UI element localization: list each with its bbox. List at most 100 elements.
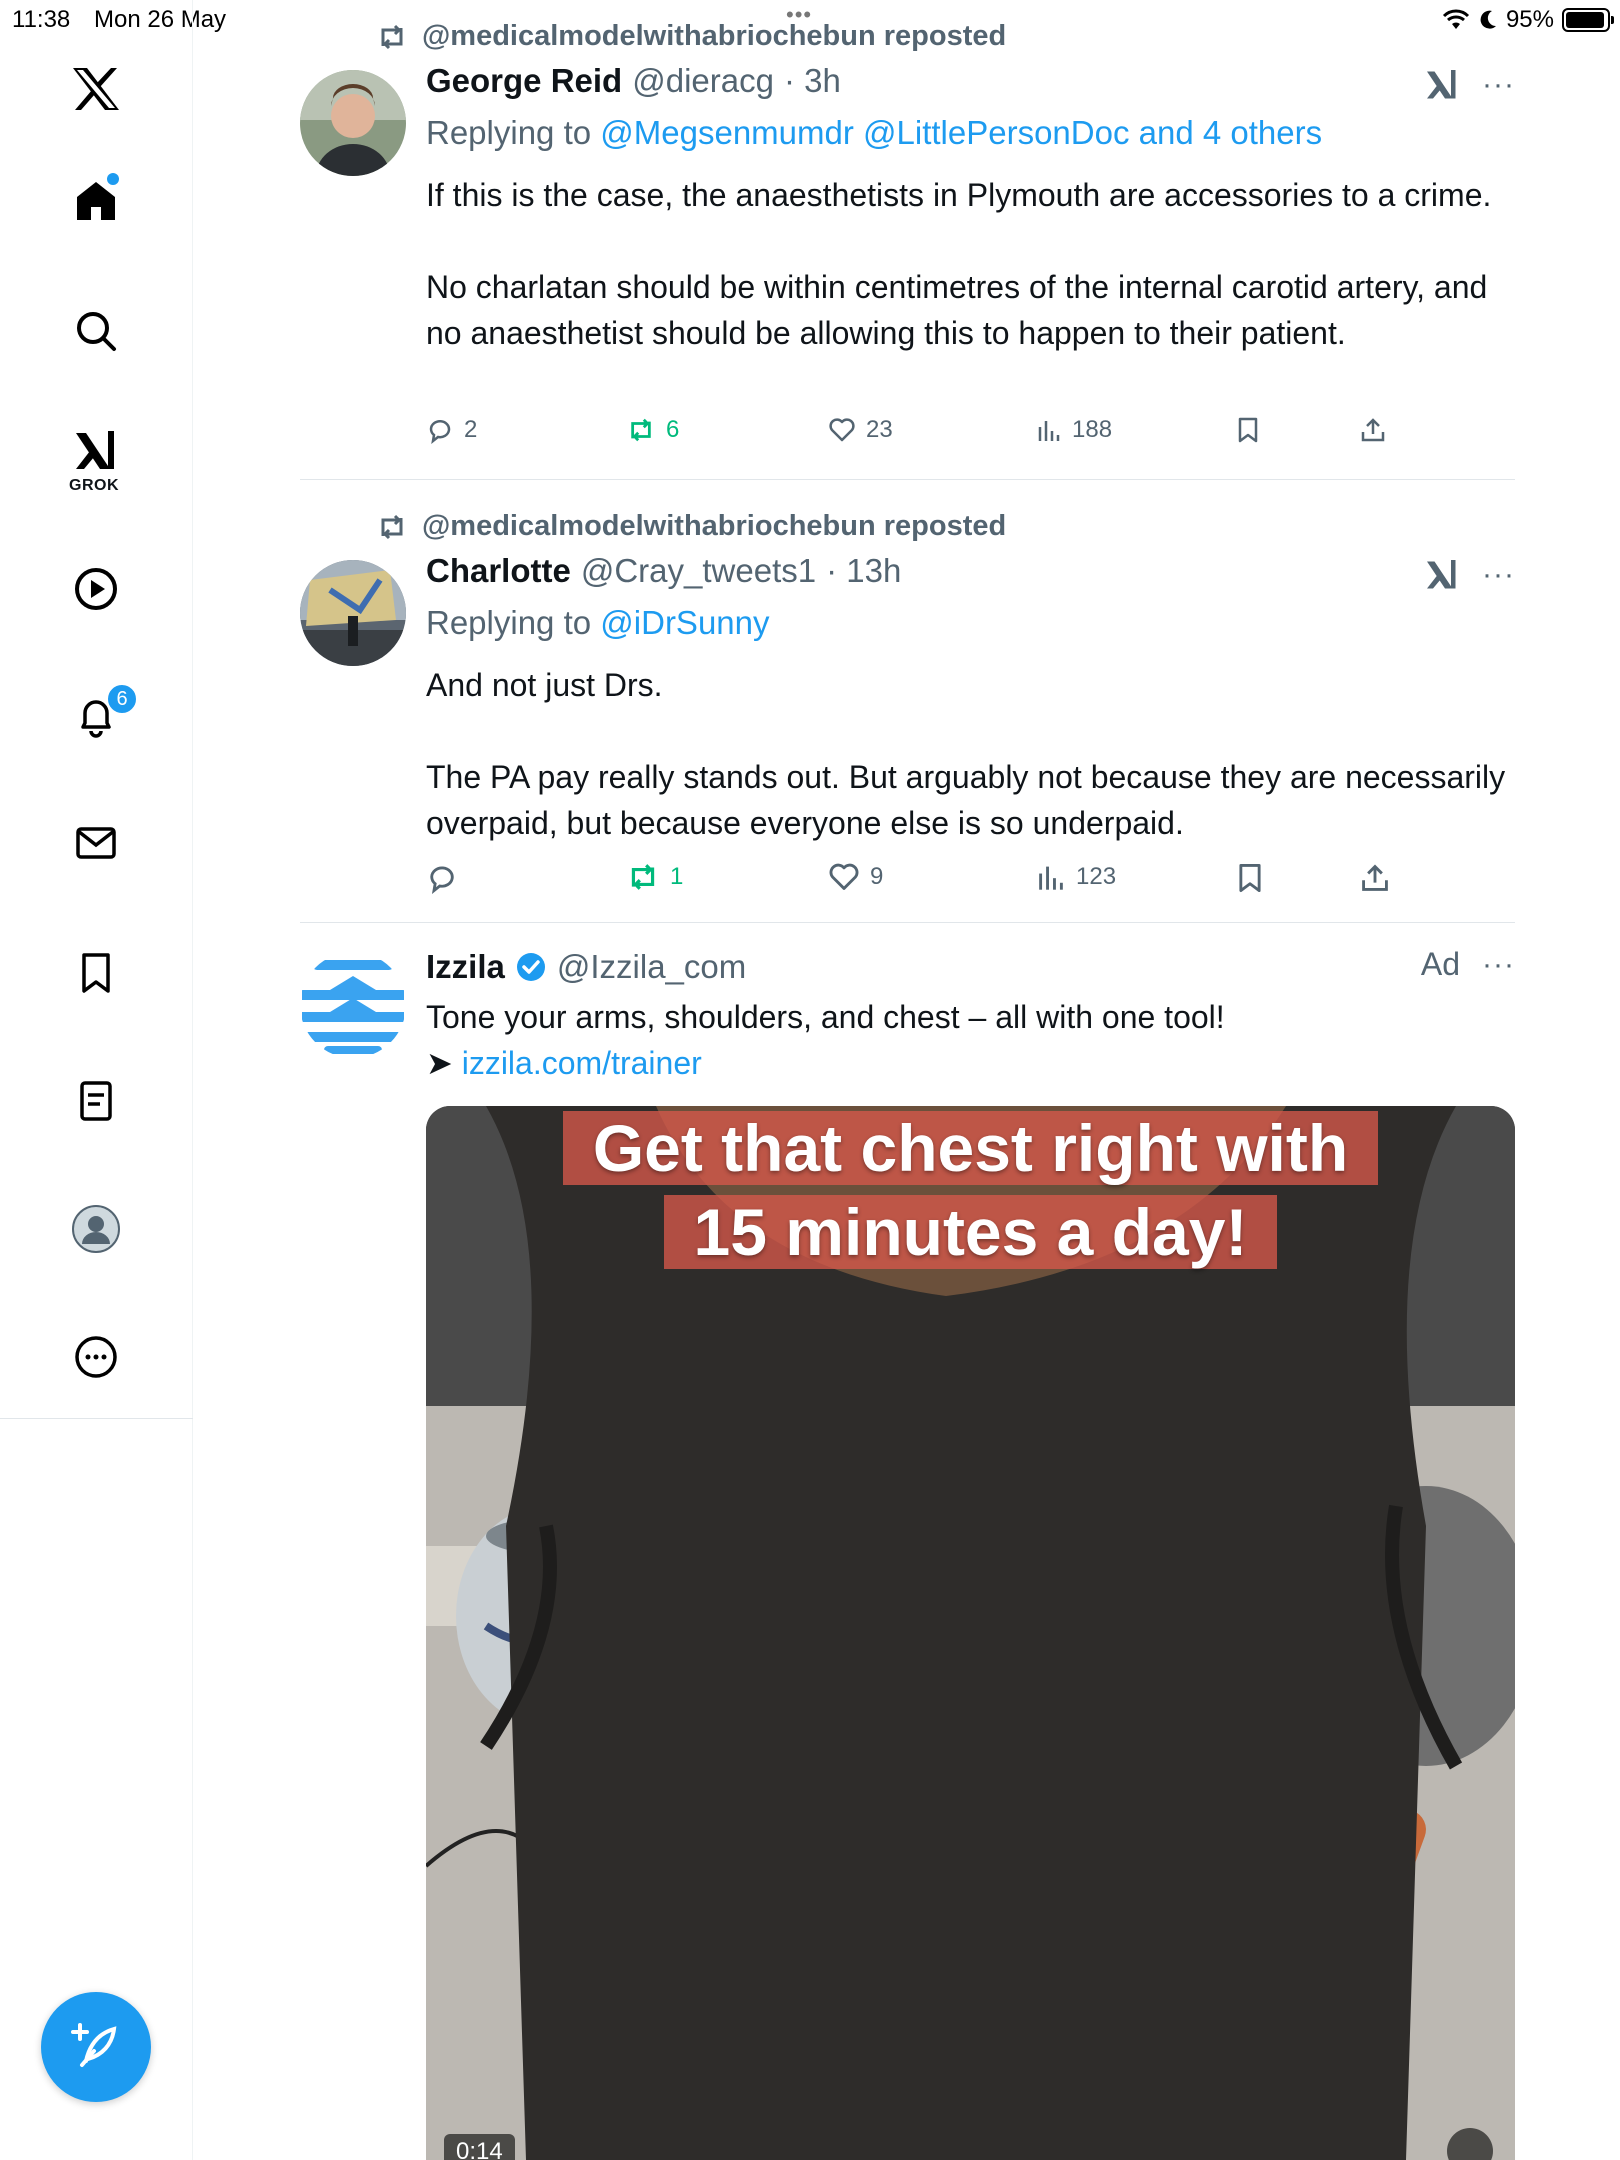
share-icon [1362,864,1388,891]
like-count: 9 [870,863,884,890]
battery-percent: 95% [1505,6,1554,33]
repost-text: @medicalmodelwithabriochebun reposted [422,510,1007,542]
video-caption-line: Get that chest right with [426,1106,1515,1190]
more-options-icon[interactable] [63,1324,129,1390]
more-options-icon[interactable]: ··· [1482,558,1515,592]
status-indicators: 95% [1442,6,1614,34]
replying-prefix: Replying to [426,604,592,641]
repost-icon [631,864,655,890]
grok-explain-icon[interactable] [1424,68,1460,102]
compose-post-button[interactable] [41,1992,151,2102]
home-icon[interactable] [63,168,129,234]
reply-button[interactable] [426,862,468,894]
share-button[interactable] [1360,862,1390,894]
like-button[interactable]: 23 [828,416,893,444]
grok-icon[interactable] [63,418,129,484]
wifi-icon [1442,9,1470,29]
replying-prefix: Replying to [426,114,592,151]
bookmark-icon [1239,864,1261,892]
bookmark-button[interactable] [1236,862,1264,894]
post-divider [300,922,1515,923]
views-button[interactable]: 123 [1036,862,1116,892]
battery-fill [1566,12,1604,28]
ad-body: Tone your arms, shoulders, and chest – a… [426,999,1225,1035]
home-unread-dot [107,173,119,185]
post-text: And not just Drs. The PA pay really stan… [426,662,1516,846]
video-caption-line: 15 minutes a day! [426,1190,1515,1274]
post-menu: ··· [1424,68,1515,102]
author-name[interactable]: Charlotte [426,552,571,590]
post-text: If this is the case, the anaesthetists i… [426,172,1516,356]
search-icon[interactable] [63,298,129,364]
advertiser-name[interactable]: Izzila [426,948,505,986]
more-options-icon[interactable]: ··· [1482,948,1515,982]
avatar[interactable] [300,560,406,666]
replying-to-link[interactable]: @Megsenmumdr @LittlePersonDoc and 4 othe… [600,114,1322,151]
verified-badge-icon [516,953,545,981]
post-menu: ··· [1424,558,1515,592]
caption-line-1: Get that chest right with [562,1111,1379,1185]
bookmarks-icon[interactable] [63,940,129,1006]
post-paragraph: The PA pay really stands out. But arguab… [426,759,1506,841]
replying-to-link[interactable]: @iDrSunny [600,604,769,641]
share-button[interactable] [1360,416,1386,444]
advertiser-avatar[interactable] [300,952,406,1058]
more-options-icon[interactable]: ··· [1482,68,1515,102]
lists-icon[interactable] [63,1068,129,1134]
battery-icon [1562,8,1614,32]
repost-indicator: @medicalmodelwithabriochebun reposted [376,510,1006,543]
sidebar-divider [0,1418,193,1419]
ad-video[interactable]: Get that chest right with 15 minutes a d… [426,1106,1515,2160]
post-paragraph: If this is the case, the anaesthetists i… [426,177,1492,213]
repost-text: @medicalmodelwithabriochebun reposted [422,20,1007,52]
grok-label: GROK [69,477,119,494]
post-header: George Reid @dieracg · 3h [426,62,841,100]
repost-button[interactable]: 6 [626,416,679,444]
heart-icon [829,418,855,442]
repost-indicator: @medicalmodelwithabriochebun reposted [376,20,1006,53]
x-logo-icon[interactable] [63,56,129,122]
compose-feather-icon [71,2023,117,2067]
heart-icon [829,863,859,890]
like-button[interactable]: 9 [828,862,883,892]
notifications-badge: 6 [106,683,138,715]
views-button[interactable]: 188 [1036,416,1112,444]
post-actions: 2 6 23 188 [426,416,1426,456]
reply-icon [430,866,454,894]
post-paragraph: And not just Drs. [426,667,663,703]
ad-link[interactable]: izzila.com/trainer [462,1045,702,1081]
views-chart-icon [1038,421,1060,441]
post-time[interactable]: · 3h [784,62,841,100]
avatar[interactable] [300,70,406,176]
video-play-icon[interactable] [63,556,129,622]
arrow-icon: ➤ [426,1045,453,1081]
advertiser-handle[interactable]: @Izzila_com [557,948,746,986]
repost-button[interactable]: 1 [626,862,683,892]
moon-icon [1480,10,1496,29]
author-handle[interactable]: @Cray_tweets1 [581,552,816,590]
post-paragraph: No charlatan should be within centimetre… [426,269,1488,351]
post-time[interactable]: · 13h [826,552,901,590]
repost-count: 1 [670,863,684,890]
video-timestamp: 0:14 [444,2134,515,2160]
video-caption: Get that chest right with 15 minutes a d… [426,1106,1515,1274]
author-handle[interactable]: @dieracg [632,62,774,100]
ad-link-row: ➤ izzila.com/trainer [426,1040,1516,1086]
repost-count: 6 [666,416,680,443]
ad-label: Ad [1420,946,1461,982]
share-icon [1361,418,1385,442]
post-header: Izzila @Izzila_com [426,948,746,986]
bookmark-button[interactable] [1236,416,1260,444]
profile-avatar-icon[interactable] [63,1196,129,1262]
repost-icon [631,418,651,442]
reply-icon [429,419,451,444]
reply-button[interactable]: 2 [426,416,477,444]
author-name[interactable]: George Reid [426,62,622,100]
repost-icon [381,24,403,49]
views-count: 188 [1072,416,1113,443]
grok-explain-icon[interactable] [1424,558,1460,592]
replying-to: Replying to @iDrSunny [426,604,770,642]
replying-to: Replying to @Megsenmumdr @LittlePersonDo… [426,114,1322,152]
post-actions: 1 9 123 [426,862,1426,902]
messages-envelope-icon[interactable] [63,810,129,876]
